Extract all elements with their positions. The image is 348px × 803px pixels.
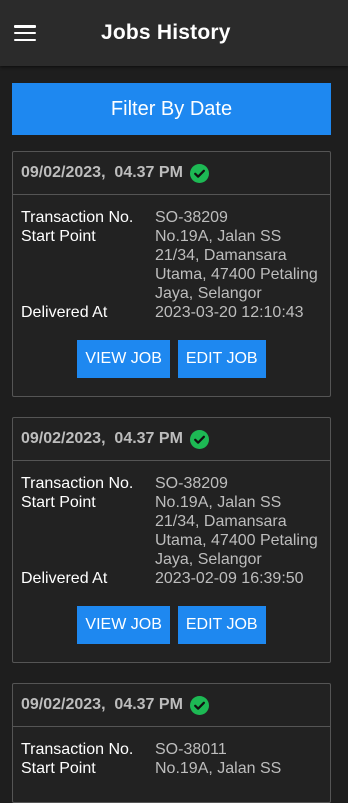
check-circle-icon	[189, 163, 209, 183]
start-point-value: No.19A, Jalan SS 21/34, Damansara Utama,…	[155, 494, 318, 568]
start-point-label: Start Point	[21, 228, 96, 245]
delivered-label: Delivered At	[21, 304, 108, 321]
job-card-header: 09/02/2023, 04.37 PM	[13, 418, 330, 461]
transaction-label: Transaction No.	[21, 209, 134, 226]
transaction-label: Transaction No.	[21, 475, 134, 492]
transaction-value: SO-38011	[155, 741, 227, 758]
start-point-value: No.19A, Jalan SS 21/34, Damansara Utama,…	[155, 228, 318, 302]
job-card: 09/02/2023, 04.37 PM Transaction No. SO-…	[12, 683, 331, 803]
start-point-row: Start Point No.19A, Jalan SS 21/34, Dama…	[21, 493, 322, 569]
transaction-row: Transaction No. SO-38209	[21, 208, 322, 227]
transaction-value: SO-38209	[155, 475, 228, 492]
filter-by-date-button[interactable]: Filter By Date	[12, 83, 331, 135]
transaction-label: Transaction No.	[21, 741, 134, 758]
start-point-label: Start Point	[21, 760, 96, 777]
delivered-row: Delivered At 2023-02-09 16:39:50	[21, 569, 322, 588]
job-card-header: 09/02/2023, 04.37 PM	[13, 684, 330, 727]
view-job-button[interactable]: VIEW JOB	[77, 340, 170, 378]
page-title: Jobs History	[101, 21, 231, 44]
job-card: 09/02/2023, 04.37 PM Transaction No. SO-…	[12, 417, 331, 663]
transaction-row: Transaction No. SO-38011	[21, 740, 322, 759]
app-bar: Jobs History	[0, 0, 348, 66]
view-job-button[interactable]: VIEW JOB	[77, 606, 170, 644]
start-point-label: Start Point	[21, 494, 96, 511]
job-card: 09/02/2023, 04.37 PM Transaction No. SO-…	[12, 151, 331, 397]
job-card-header: 09/02/2023, 04.37 PM	[13, 152, 330, 195]
delivered-value: 2023-02-09 16:39:50	[155, 570, 304, 587]
check-circle-icon	[189, 695, 209, 715]
check-circle-icon	[189, 429, 209, 449]
delivered-value: 2023-03-20 12:10:43	[155, 304, 304, 321]
job-date: 09/02/2023, 04.37 PM	[21, 430, 183, 447]
hamburger-menu-icon[interactable]	[14, 25, 36, 41]
start-point-row: Start Point No.19A, Jalan SS 21/34, Dama…	[21, 227, 322, 303]
edit-job-button[interactable]: EDIT JOB	[177, 340, 266, 378]
start-point-value: No.19A, Jalan SS	[155, 760, 282, 777]
transaction-value: SO-38209	[155, 209, 228, 226]
job-date: 09/02/2023, 04.37 PM	[21, 164, 183, 181]
delivered-row: Delivered At 2023-03-20 12:10:43	[21, 303, 322, 322]
job-date: 09/02/2023, 04.37 PM	[21, 696, 183, 713]
edit-job-button[interactable]: EDIT JOB	[177, 606, 266, 644]
delivered-label: Delivered At	[21, 570, 108, 587]
transaction-row: Transaction No. SO-38209	[21, 474, 322, 493]
start-point-row: Start Point No.19A, Jalan SS	[21, 759, 322, 778]
